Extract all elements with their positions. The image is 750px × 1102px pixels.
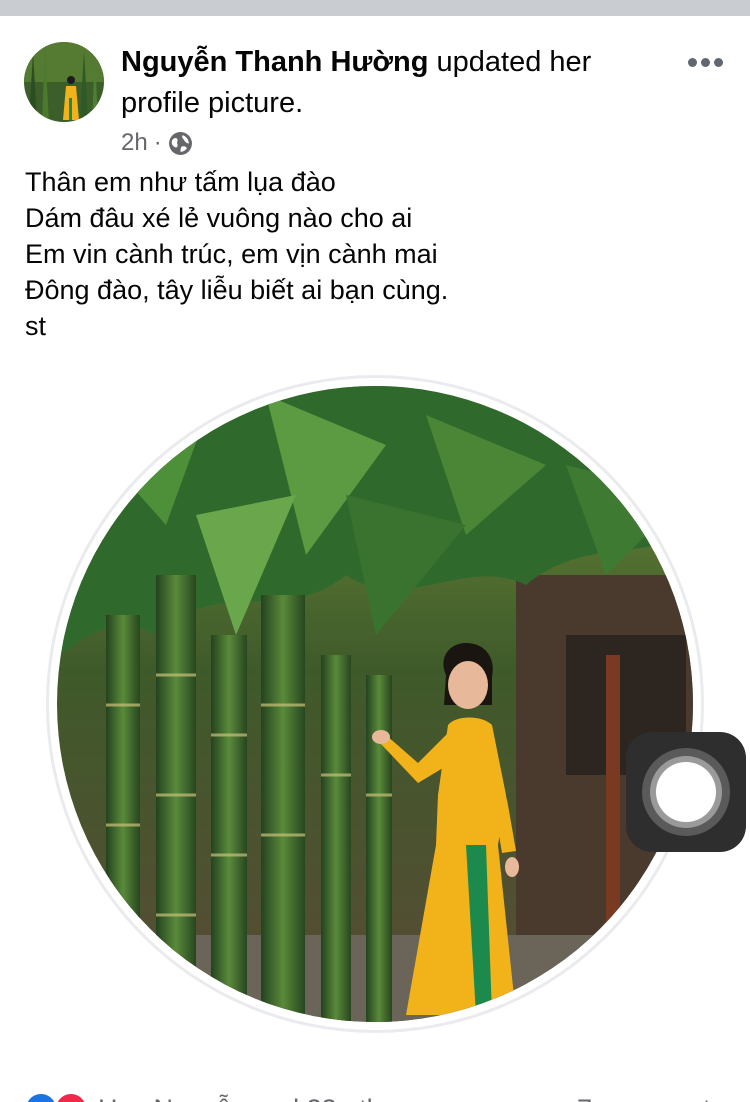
reaction-summary[interactable]: Huy Nguyễn and 33 others <box>98 1094 419 1102</box>
caption-line: Dám đâu xé lẻ vuông nào cho ai <box>25 203 413 233</box>
more-horizontal-icon[interactable] <box>688 56 724 70</box>
caption-line: st <box>25 311 47 341</box>
post-footer: Huy Nguyễn and 33 others 7 comments <box>0 1076 750 1102</box>
caption-line: Đông đào, tây liễu biết ai bạn cùng. <box>25 275 449 305</box>
assistive-touch-icon[interactable] <box>626 732 746 852</box>
caption-line: Em vin cành trúc, em vịn cành mai <box>25 239 438 269</box>
reaction-icons[interactable] <box>24 1092 92 1102</box>
post-time[interactable]: 2h <box>121 129 148 157</box>
love-icon <box>54 1092 88 1102</box>
author-avatar[interactable] <box>24 42 104 122</box>
author-name[interactable]: Nguyễn Thanh Hường <box>121 46 428 78</box>
globe-icon[interactable] <box>168 131 193 156</box>
top-divider <box>0 0 750 16</box>
post-meta: 2h · <box>121 128 193 158</box>
post-headline: Nguyễn Thanh Hường updated her profile p… <box>121 42 641 124</box>
profile-picture[interactable] <box>46 375 704 1033</box>
comment-count[interactable]: 7 comments <box>577 1094 724 1102</box>
feed-post: Nguyễn Thanh Hường updated her profile p… <box>0 16 750 1102</box>
caption-line: Thân em như tấm lụa đào <box>25 167 336 197</box>
meta-separator: · <box>153 129 162 156</box>
post-caption: Thân em như tấm lụa đào Dám đâu xé lẻ vu… <box>25 164 725 344</box>
like-icon <box>24 1092 58 1102</box>
